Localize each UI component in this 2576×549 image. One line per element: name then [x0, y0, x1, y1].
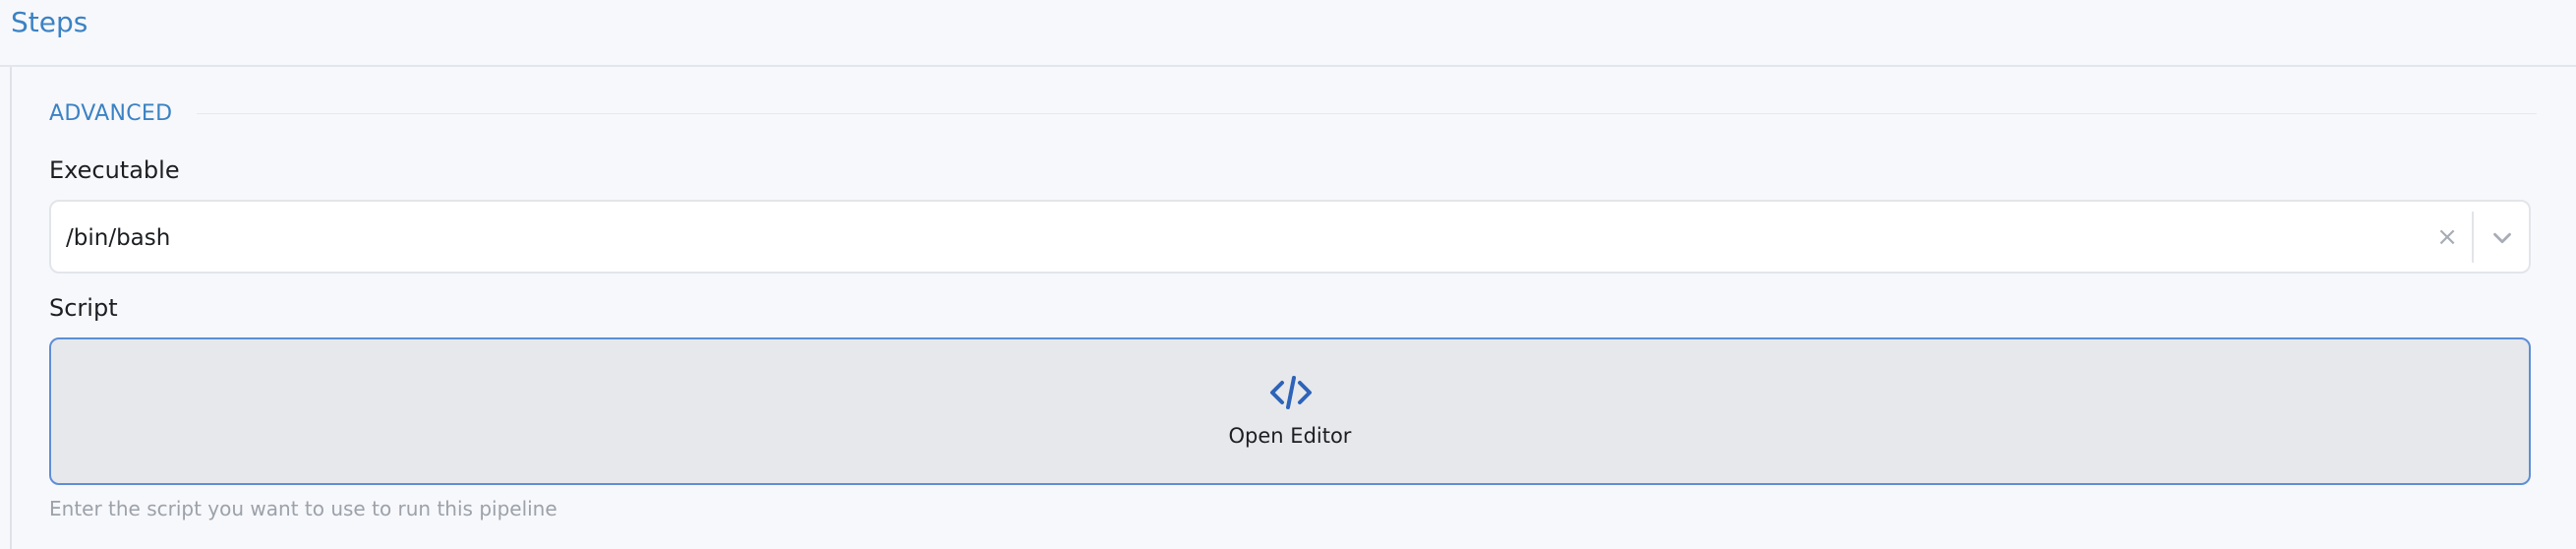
code-icon	[1270, 376, 1312, 409]
advanced-section-legend: ADVANCED	[49, 101, 173, 126]
open-editor-button[interactable]: Open Editor	[49, 337, 2531, 485]
select-divider	[2472, 212, 2474, 263]
section-divider	[197, 113, 2537, 114]
executable-value[interactable]: /bin/bash	[66, 223, 170, 253]
close-icon[interactable]: ×	[2432, 220, 2462, 254]
open-editor-label: Open Editor	[1228, 424, 1352, 448]
chevron-down-icon[interactable]	[2488, 223, 2517, 253]
executable-label: Executable	[49, 156, 180, 184]
script-label: Script	[49, 294, 118, 322]
executable-select[interactable]: /bin/bash ×	[49, 200, 2531, 274]
advanced-panel: ADVANCED Executable /bin/bash × Script O…	[10, 67, 2576, 549]
steps-title[interactable]: Steps	[11, 6, 88, 39]
script-help-text: Enter the script you want to use to run …	[49, 497, 557, 520]
steps-header: Steps	[0, 0, 2576, 67]
